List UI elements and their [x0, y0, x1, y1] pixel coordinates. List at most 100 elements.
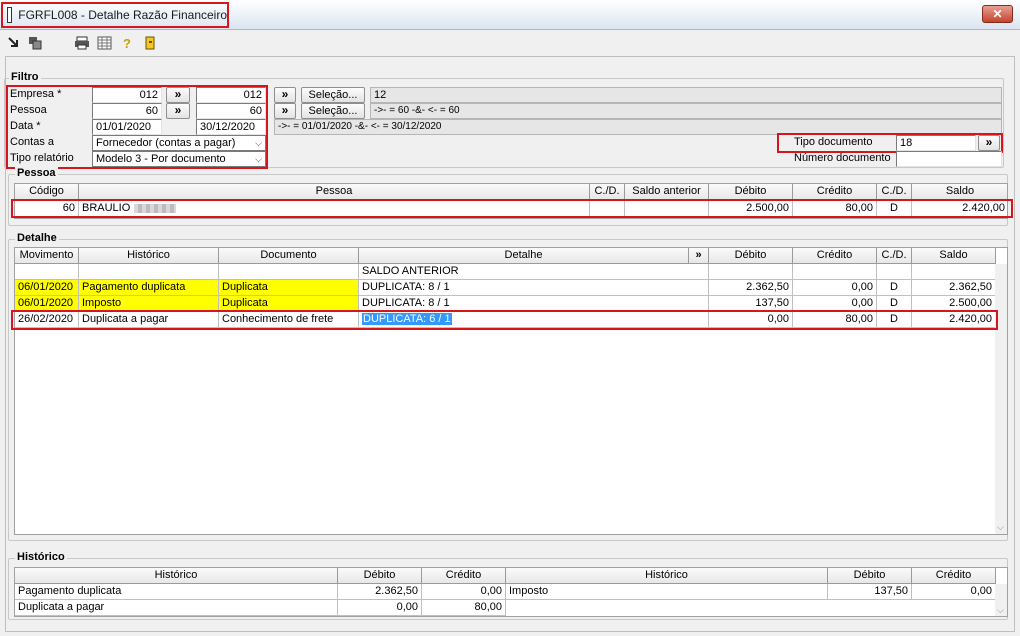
table-row-3-movimento[interactable]: 26/02/2020 — [15, 312, 79, 328]
col-header-pessoa[interactable]: Pessoa — [79, 184, 590, 200]
table-row-3-debito[interactable]: 0,00 — [709, 312, 793, 328]
col-header-credito[interactable]: Crédito — [793, 248, 877, 264]
table-row-0-detalhe[interactable]: SALDO ANTERIOR — [359, 264, 709, 280]
table-row-0-documento[interactable] — [219, 264, 359, 280]
table-row-2-credito[interactable]: 0,00 — [793, 296, 877, 312]
col-header-movimento[interactable]: Movimento — [15, 248, 79, 264]
empresa-to-input[interactable]: 012 — [196, 87, 266, 103]
table-row-0-saldo[interactable] — [912, 264, 996, 280]
hist-left-row-0-credito[interactable]: 0,00 — [422, 584, 506, 600]
table-row-3-credito[interactable]: 80,00 — [793, 312, 877, 328]
pessoa-cd-cell[interactable] — [590, 201, 625, 217]
empresa-arrow-button[interactable]: » — [166, 87, 190, 103]
col-header-cd[interactable]: C./D. — [590, 184, 625, 200]
pessoa-saldo-anterior-cell[interactable] — [625, 201, 709, 217]
table-row-0-credito[interactable] — [793, 264, 877, 280]
hist-left-row-1-debito[interactable]: 0,00 — [338, 600, 422, 616]
contas-select[interactable]: Fornecedor (contas a pagar) ⌵ — [92, 135, 266, 151]
col-header-codigo[interactable]: Código — [15, 184, 79, 200]
col-header-credito-left[interactable]: Crédito — [422, 568, 506, 584]
col-header-detalhe[interactable]: Detalhe — [359, 248, 689, 264]
historico-scrollbar[interactable]: ⌵ — [995, 584, 1007, 616]
hist-right-row-0-credito[interactable]: 0,00 — [912, 584, 996, 600]
col-header-debito[interactable]: Débito — [709, 184, 793, 200]
data-from-input[interactable]: 01/01/2020 — [92, 119, 162, 135]
col-header-debito-left[interactable]: Débito — [338, 568, 422, 584]
empresa-selecao-button[interactable]: Seleção... — [301, 87, 365, 103]
data-to-input[interactable]: 30/12/2020 — [196, 119, 266, 135]
col-header-debito-right[interactable]: Débito — [828, 568, 912, 584]
table-row-2-cd[interactable]: D — [877, 296, 912, 312]
pessoa-selecao-arrow-button[interactable]: » — [274, 103, 296, 119]
table-row-2-documento[interactable]: Duplicata — [219, 296, 359, 312]
pessoa-credito-cell[interactable]: 80,00 — [793, 201, 877, 217]
pessoa-saldo-cell[interactable]: 2.420,00 — [912, 201, 1007, 217]
table-row-2-debito[interactable]: 137,50 — [709, 296, 793, 312]
hist-left-row-1-credito[interactable]: 80,00 — [422, 600, 506, 616]
table-row-2-movimento[interactable]: 06/01/2020 — [15, 296, 79, 312]
hist-right-row-0-debito[interactable]: 137,50 — [828, 584, 912, 600]
empresa-selecao-arrow-button[interactable]: » — [274, 87, 296, 103]
pessoa-cd2-cell[interactable]: D — [877, 201, 912, 217]
exit-icon[interactable] — [142, 35, 158, 51]
pessoa-codigo-cell[interactable]: 60 — [15, 201, 79, 217]
pessoa-nome-cell[interactable]: BRAULIO — [79, 201, 590, 217]
table-row-3-historico[interactable]: Duplicata a pagar — [79, 312, 219, 328]
hist-left-row-0-historico[interactable]: Pagamento duplicata — [15, 584, 338, 600]
table-row-1-debito[interactable]: 2.362,50 — [709, 280, 793, 296]
table-row-3-saldo[interactable]: 2.420,00 — [912, 312, 996, 328]
numero-documento-input[interactable] — [896, 151, 1002, 167]
close-button[interactable]: ✕ — [982, 5, 1013, 23]
col-header-historico-left[interactable]: Histórico — [15, 568, 338, 584]
pessoa-arrow-button[interactable]: » — [166, 103, 190, 119]
col-header-historico[interactable]: Histórico — [79, 248, 219, 264]
col-header-cd2[interactable]: C./D. — [877, 184, 912, 200]
table-row-2-saldo[interactable]: 2.500,00 — [912, 296, 996, 312]
copy-icon[interactable] — [27, 35, 43, 51]
hist-left-row-0-debito[interactable]: 2.362,50 — [338, 584, 422, 600]
table-row-1-cd[interactable]: D — [877, 280, 912, 296]
table-row-0-debito[interactable] — [709, 264, 793, 280]
detalhe-expand-button[interactable]: » — [689, 248, 709, 264]
col-header-documento[interactable]: Documento — [219, 248, 359, 264]
table-row-1-movimento[interactable]: 06/01/2020 — [15, 280, 79, 296]
col-header-credito[interactable]: Crédito — [793, 184, 877, 200]
help-icon[interactable]: ? — [119, 35, 135, 51]
export-icon[interactable] — [6, 35, 22, 51]
table-row-3-documento[interactable]: Conhecimento de frete — [219, 312, 359, 328]
pessoa-debito-cell[interactable]: 2.500,00 — [709, 201, 793, 217]
tipo-relatorio-select[interactable]: Modelo 3 - Por documento ⌵ — [92, 151, 266, 167]
col-header-saldo[interactable]: Saldo — [912, 184, 1007, 200]
detalhe-scrollbar[interactable]: ⌵ — [995, 264, 1007, 534]
col-header-cd[interactable]: C./D. — [877, 248, 912, 264]
table-row-1-saldo[interactable]: 2.362,50 — [912, 280, 996, 296]
col-header-historico-right[interactable]: Histórico — [506, 568, 828, 584]
col-header-saldo[interactable]: Saldo — [912, 248, 996, 264]
scroll-down-icon[interactable]: ⌵ — [997, 522, 1004, 533]
hist-right-row-0-historico[interactable]: Imposto — [506, 584, 828, 600]
table-row-3-cd[interactable]: D — [877, 312, 912, 328]
print-icon[interactable] — [74, 35, 90, 51]
empresa-from-input[interactable]: 012 — [92, 87, 162, 103]
table-row-1-detalhe[interactable]: DUPLICATA: 8 / 1 — [359, 280, 709, 296]
table-row-3-detalhe[interactable]: DUPLICATA: 6 / 1 — [359, 312, 709, 328]
table-row-0-historico[interactable] — [79, 264, 219, 280]
col-header-saldo-anterior[interactable]: Saldo anterior — [625, 184, 709, 200]
table-row-0-cd[interactable] — [877, 264, 912, 280]
col-header-debito[interactable]: Débito — [709, 248, 793, 264]
pessoa-selecao-button[interactable]: Seleção... — [301, 103, 365, 119]
col-header-credito-right[interactable]: Crédito — [912, 568, 996, 584]
scroll-down-icon[interactable]: ⌵ — [997, 605, 1004, 616]
grid-icon[interactable] — [96, 35, 112, 51]
table-row-1-documento[interactable]: Duplicata — [219, 280, 359, 296]
table-row-1-credito[interactable]: 0,00 — [793, 280, 877, 296]
table-row-0-movimento[interactable] — [15, 264, 79, 280]
table-row-2-historico[interactable]: Imposto — [79, 296, 219, 312]
tipo-documento-input[interactable]: 18 — [896, 135, 976, 151]
pessoa-to-input[interactable]: 60 — [196, 103, 266, 119]
hist-left-row-1-historico[interactable]: Duplicata a pagar — [15, 600, 338, 616]
tipo-documento-arrow-button[interactable]: » — [978, 135, 1000, 151]
table-row-2-detalhe[interactable]: DUPLICATA: 8 / 1 — [359, 296, 709, 312]
pessoa-from-input[interactable]: 60 — [92, 103, 162, 119]
table-row-1-historico[interactable]: Pagamento duplicata — [79, 280, 219, 296]
